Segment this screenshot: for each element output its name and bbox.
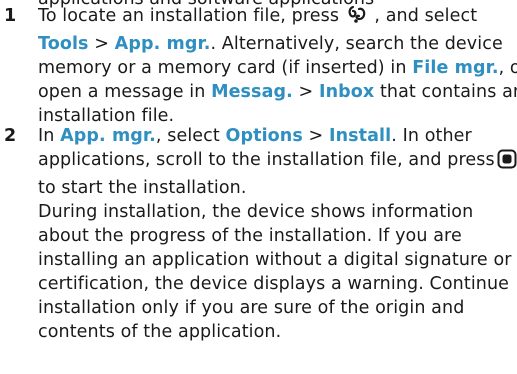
text-line: To locate an installation file, press , … — [38, 4, 514, 32]
ui-term-options: Options — [225, 126, 303, 146]
text-line: certification, the device displays a war… — [38, 274, 510, 294]
step-text: In App. mgr., select Options > Install. … — [38, 124, 517, 344]
text-line: open a message in Messag. > Inbox that c… — [38, 82, 517, 102]
ui-term-inbox: Inbox — [318, 82, 375, 102]
text-line: installation only if you are sure of the… — [38, 298, 465, 318]
scroll-select-key-icon — [497, 149, 517, 176]
step-number: 2 — [4, 126, 17, 146]
text-line: In App. mgr., select Options > Install. … — [38, 126, 472, 146]
text-line: Tools > App. mgr.. Alternatively, search… — [38, 34, 503, 54]
ui-term-messag: Messag. — [211, 82, 293, 102]
ui-term-tools: Tools — [38, 34, 89, 54]
text-line: contents of the application. — [38, 322, 282, 342]
ui-term-install: Install — [328, 126, 392, 146]
menu-key-icon — [347, 5, 367, 32]
text-line: During installation, the device shows in… — [38, 202, 474, 222]
text-line: installing an application without a digi… — [38, 250, 512, 270]
text-line: applications, scroll to the installation… — [38, 148, 517, 176]
ui-term-file-mgr: File mgr. — [412, 58, 499, 78]
step-number: 1 — [4, 6, 17, 26]
text-line: about the progress of the installation. … — [38, 226, 462, 246]
ui-term-app-mgr: App. mgr. — [60, 126, 156, 146]
text-line: to start the installation. — [38, 178, 247, 198]
ui-term-app-mgr: App. mgr. — [114, 34, 211, 54]
manual-page: applications and software applications 1… — [0, 0, 517, 374]
text-line: memory or a memory card (if inserted) in… — [38, 58, 517, 78]
step-text: To locate an installation file, press , … — [38, 4, 517, 128]
